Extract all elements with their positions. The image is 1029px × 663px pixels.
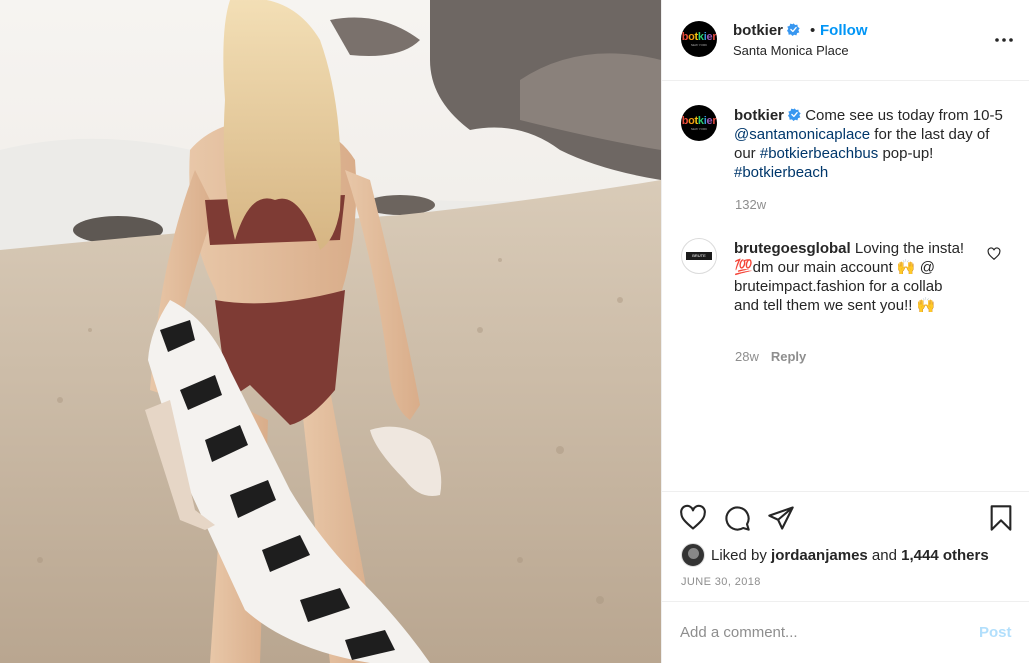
comment-heart-icon[interactable]	[987, 247, 1001, 261]
instagram-post: botkier NEW YORK botkier • Follow Santa …	[0, 0, 1029, 663]
brand-logo: botkier	[681, 114, 717, 127]
paper-plane-icon[interactable]	[767, 504, 795, 532]
caption: botkier Come see us today from 10-5 @san…	[734, 106, 1009, 182]
add-comment-bar: Post	[662, 601, 1029, 663]
caption-username[interactable]: botkier	[734, 107, 784, 124]
commenter-avatar-logo: BRUTE IMPACT	[686, 252, 712, 266]
commenter-avatar[interactable]: BRUTE IMPACT	[681, 238, 717, 274]
beach-photo-illustration	[0, 0, 661, 663]
add-comment-input[interactable]	[680, 620, 960, 644]
post-location[interactable]: Santa Monica Place	[733, 43, 849, 58]
post-date[interactable]: JUNE 30, 2018	[681, 576, 761, 588]
caption-text: Come see us today from 10-5	[805, 107, 1003, 124]
more-dots-icon[interactable]	[992, 30, 1016, 50]
liker-avatar[interactable]	[681, 543, 705, 567]
caption-hashtag-link[interactable]: #botkierbeach	[734, 164, 828, 181]
comments-list[interactable]: botkier NEW YORK botkier Come see us tod…	[662, 81, 1029, 491]
verified-badge-icon	[787, 23, 800, 36]
caption-timestamp[interactable]: 132w	[735, 197, 766, 212]
comment-username[interactable]: brutegoesglobal	[734, 240, 851, 257]
brand-logo-sub: NEW YORK	[690, 126, 708, 131]
caption-author-avatar[interactable]: botkier NEW YORK	[681, 105, 717, 141]
post-side-panel: botkier NEW YORK botkier • Follow Santa …	[661, 0, 1029, 663]
comment-meta: 28w Reply	[735, 349, 806, 364]
author-name-row: botkier	[733, 22, 800, 39]
post-comment-button[interactable]: Post	[979, 624, 1012, 641]
likes-others-link[interactable]: 1,444 others	[901, 547, 989, 564]
bookmark-icon[interactable]	[987, 504, 1015, 532]
brand-logo: botkier	[681, 30, 717, 43]
caption-text: pop-up!	[878, 145, 934, 162]
likes-prefix: Liked by	[711, 546, 767, 564]
separator-dot: •	[810, 22, 816, 39]
follow-button[interactable]: Follow	[820, 22, 868, 39]
comment: brutegoesglobal Loving the insta! 💯dm ou…	[734, 239, 966, 315]
comment-bubble-icon[interactable]	[723, 504, 751, 532]
author-avatar[interactable]: botkier NEW YORK	[681, 21, 717, 57]
likes-middle: and	[867, 546, 902, 564]
post-header: botkier NEW YORK botkier • Follow Santa …	[662, 0, 1029, 81]
post-photo[interactable]	[0, 0, 661, 663]
comment-timestamp[interactable]: 28w	[735, 349, 759, 364]
caption-mention-link[interactable]: @santamonicaplace	[734, 126, 870, 143]
author-username[interactable]: botkier	[733, 22, 783, 39]
liker-username[interactable]: jordaanjames	[771, 547, 868, 564]
caption-hashtag-link[interactable]: #botkierbeachbus	[760, 145, 878, 162]
heart-icon[interactable]	[679, 504, 707, 532]
likes-summary: Liked by jordaanjames and 1,444 others	[681, 543, 989, 567]
brand-logo-sub: NEW YORK	[690, 42, 708, 47]
verified-badge-icon	[788, 108, 801, 121]
action-bar: Liked by jordaanjames and 1,444 others J…	[662, 491, 1029, 601]
reply-button[interactable]: Reply	[771, 349, 806, 364]
